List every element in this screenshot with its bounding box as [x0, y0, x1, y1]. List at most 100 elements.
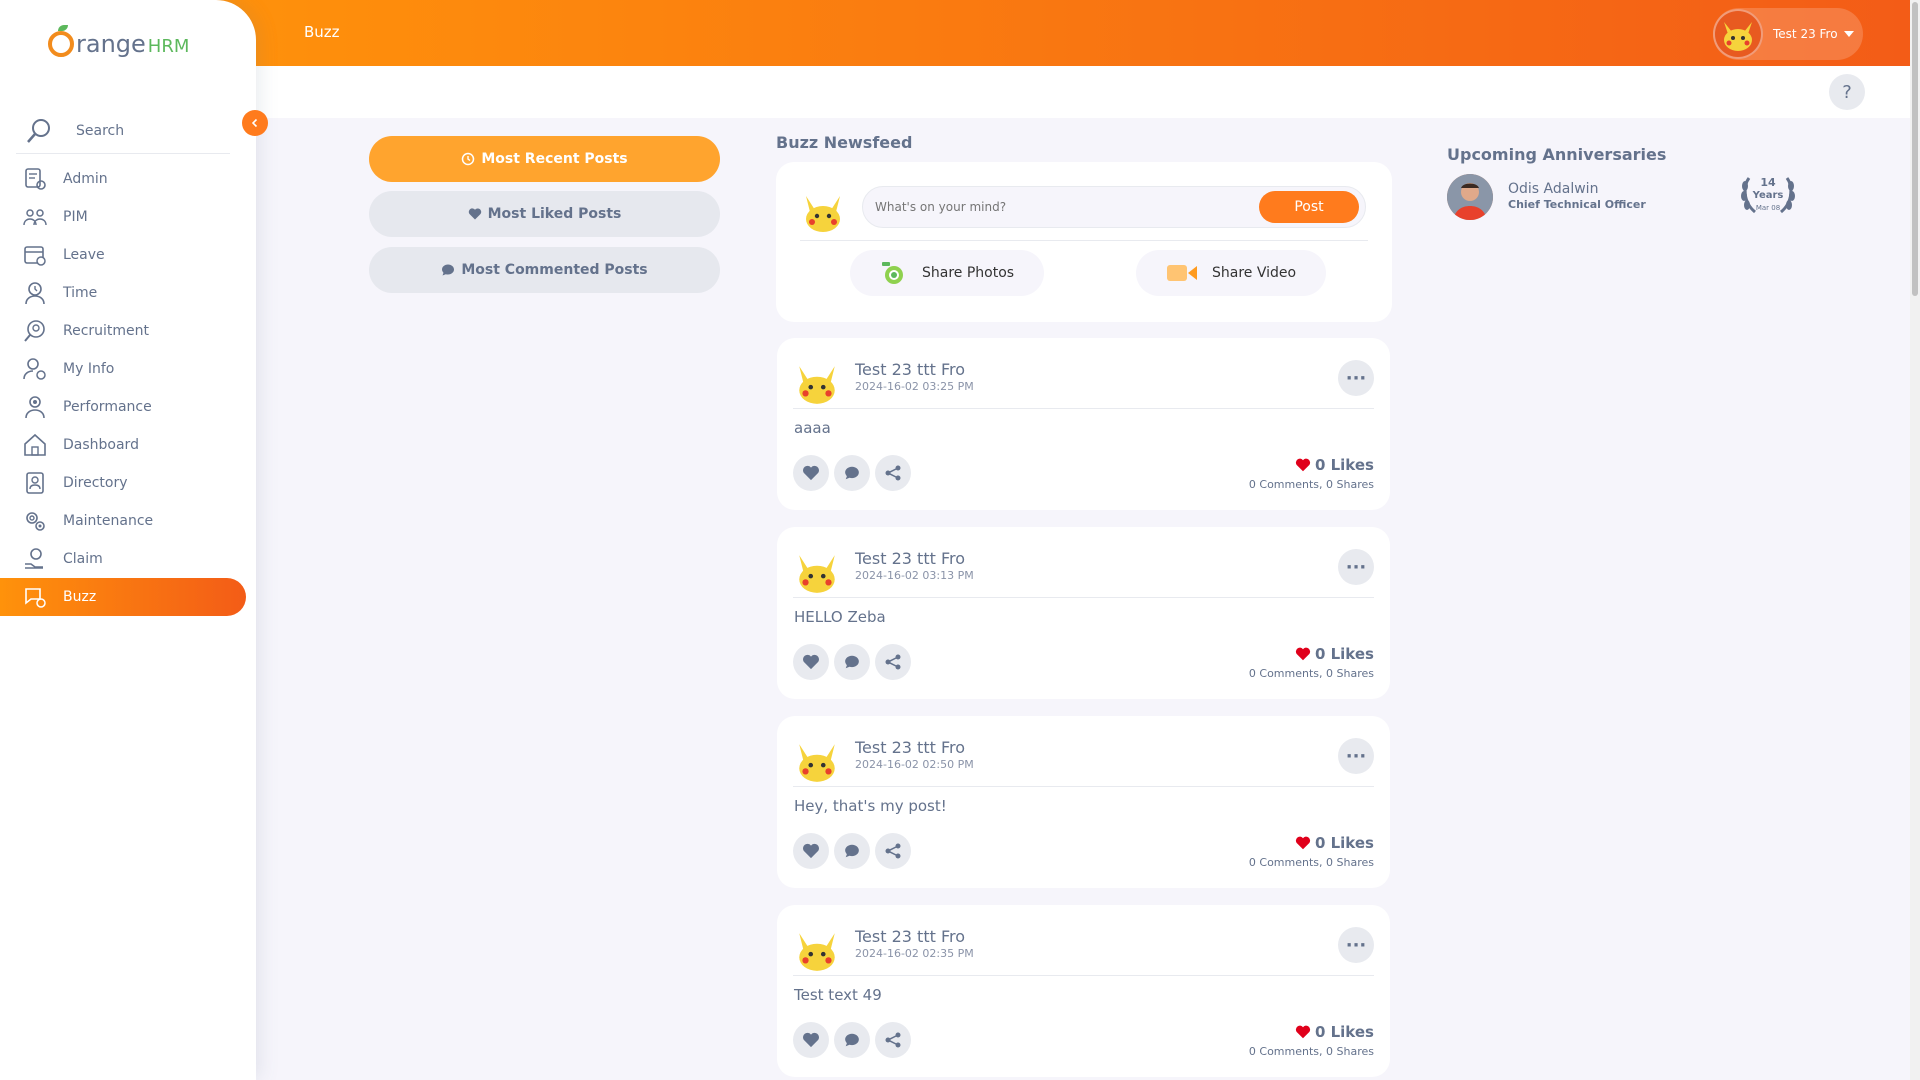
sidebar-item-label: Performance — [63, 399, 152, 415]
my-info-icon — [23, 358, 46, 380]
comment-button[interactable] — [834, 455, 870, 491]
share-button[interactable] — [875, 455, 911, 491]
page-scrollbar[interactable] — [1910, 0, 1920, 1080]
leave-icon — [24, 246, 46, 266]
heart-icon — [803, 465, 819, 481]
sidebar: range HRM Search Admin PIM Leave Time Rec… — [0, 0, 256, 1080]
share-button[interactable] — [875, 644, 911, 680]
post-author: Test 23 ttt Fro — [855, 549, 965, 568]
likes-count: 0 Likes — [1295, 834, 1374, 852]
sidebar-item-pim[interactable]: PIM — [0, 198, 246, 236]
heart-filled-icon — [1295, 1025, 1311, 1039]
comment-button[interactable] — [834, 644, 870, 680]
post-card: Test 23 ttt Fro 2024-16-02 03:25 PM ··· … — [777, 338, 1390, 510]
share-photos-label: Share Photos — [922, 265, 1015, 281]
comment-button[interactable] — [834, 1022, 870, 1058]
sidebar-search[interactable]: Search — [16, 108, 230, 154]
comments-count[interactable]: 0 Comments — [1249, 856, 1319, 869]
chevron-left-icon — [251, 118, 258, 128]
sidebar-item-maintenance[interactable]: Maintenance — [0, 502, 246, 540]
like-button[interactable] — [793, 833, 829, 869]
claim-icon — [25, 548, 43, 569]
maintenance-icon — [26, 512, 45, 531]
pim-icon — [23, 209, 47, 226]
share-button[interactable] — [875, 1022, 911, 1058]
chevron-down-icon — [1843, 31, 1854, 37]
comments-count[interactable]: 0 Comments — [1249, 667, 1319, 680]
filter-label: Most Recent Posts — [481, 151, 628, 167]
shares-count[interactable]: 0 Shares — [1326, 856, 1374, 869]
post-divider — [793, 597, 1374, 598]
post-stats: 0 Comments, 0 Shares — [1248, 478, 1374, 491]
post-options-button[interactable]: ··· — [1338, 738, 1374, 774]
sidebar-item-leave[interactable]: Leave — [0, 236, 246, 274]
sidebar-collapse-button[interactable] — [242, 110, 268, 136]
compose-field: Post — [862, 186, 1366, 228]
post-divider — [793, 408, 1374, 409]
most-liked-posts-button[interactable]: Most Liked Posts — [369, 191, 720, 237]
like-button[interactable] — [793, 644, 829, 680]
share-icon — [885, 654, 901, 670]
most-recent-posts-button[interactable]: Most Recent Posts — [369, 136, 720, 182]
shares-count[interactable]: 0 Shares — [1326, 478, 1374, 491]
post-options-button[interactable]: ··· — [1338, 927, 1374, 963]
likes-count: 0 Likes — [1295, 1023, 1374, 1041]
sidebar-item-claim[interactable]: Claim — [0, 540, 246, 578]
brand-logo[interactable]: range HRM — [48, 25, 189, 58]
comment-button[interactable] — [834, 833, 870, 869]
post-card: Test 23 ttt Fro 2024-16-02 02:50 PM ··· … — [777, 716, 1390, 888]
share-button[interactable] — [875, 833, 911, 869]
like-button[interactable] — [793, 1022, 829, 1058]
share-video-button[interactable]: Share Video — [1136, 250, 1327, 296]
post-author: Test 23 ttt Fro — [855, 738, 965, 757]
post-button[interactable]: Post — [1259, 191, 1359, 223]
more-icon: ··· — [1345, 934, 1367, 956]
sidebar-item-label: Leave — [63, 247, 105, 263]
recruitment-icon — [24, 320, 45, 342]
sidebar-item-directory[interactable]: Directory — [0, 464, 246, 502]
more-icon: ··· — [1345, 556, 1367, 578]
sidebar-item-label: Dashboard — [63, 437, 139, 453]
sidebar-item-label: Buzz — [63, 589, 97, 605]
sidebar-item-label: My Info — [63, 361, 115, 377]
scrollbar-thumb[interactable] — [1912, 2, 1918, 296]
search-label: Search — [76, 122, 125, 139]
sidebar-item-admin[interactable]: Admin — [0, 160, 246, 198]
help-button[interactable]: ? — [1829, 74, 1865, 110]
sidebar-item-time[interactable]: Time — [0, 274, 246, 312]
user-menu-button[interactable]: Test 23 Fro — [1713, 8, 1863, 60]
likes-count: 0 Likes — [1295, 456, 1374, 474]
comments-count[interactable]: 0 Comments — [1249, 1045, 1319, 1058]
likes-label: 0 Likes — [1314, 834, 1374, 852]
shares-count[interactable]: 0 Shares — [1326, 1045, 1374, 1058]
comment-icon — [442, 264, 455, 276]
sidebar-item-dashboard[interactable]: Dashboard — [0, 426, 246, 464]
shares-count[interactable]: 0 Shares — [1326, 667, 1374, 680]
logo-text-range: range — [76, 30, 146, 58]
post-card: Test 23 ttt Fro 2024-16-02 03:13 PM ··· … — [777, 527, 1390, 699]
sidebar-item-buzz[interactable]: Buzz — [0, 578, 246, 616]
post-card: Test 23 ttt Fro 2024-16-02 02:35 PM ··· … — [777, 905, 1390, 1077]
post-timestamp: 2024-16-02 03:25 PM — [855, 380, 974, 393]
post-author: Test 23 ttt Fro — [855, 927, 965, 946]
likes-label: 0 Likes — [1314, 1023, 1374, 1041]
share-video-label: Share Video — [1212, 265, 1297, 281]
performance-icon — [25, 396, 45, 419]
post-options-button[interactable]: ··· — [1338, 360, 1374, 396]
sidebar-item-my-info[interactable]: My Info — [0, 350, 246, 388]
most-commented-posts-button[interactable]: Most Commented Posts — [369, 247, 720, 293]
share-photos-button[interactable]: Share Photos — [850, 250, 1045, 296]
likes-label: 0 Likes — [1314, 456, 1374, 474]
heart-filled-icon — [1295, 647, 1311, 661]
comments-count[interactable]: 0 Comments — [1249, 478, 1319, 491]
anniversary-date: Mar 08 — [1755, 204, 1781, 212]
sidebar-item-recruitment[interactable]: Recruitment — [0, 312, 246, 350]
like-button[interactable] — [793, 455, 829, 491]
sidebar-item-performance[interactable]: Performance — [0, 388, 246, 426]
compose-input[interactable] — [875, 200, 1259, 214]
user-name: Test 23 Fro — [1773, 27, 1838, 41]
clock-icon — [462, 152, 475, 166]
newsfeed-title: Buzz Newsfeed — [776, 133, 913, 152]
post-options-button[interactable]: ··· — [1338, 549, 1374, 585]
author-avatar — [799, 933, 835, 971]
